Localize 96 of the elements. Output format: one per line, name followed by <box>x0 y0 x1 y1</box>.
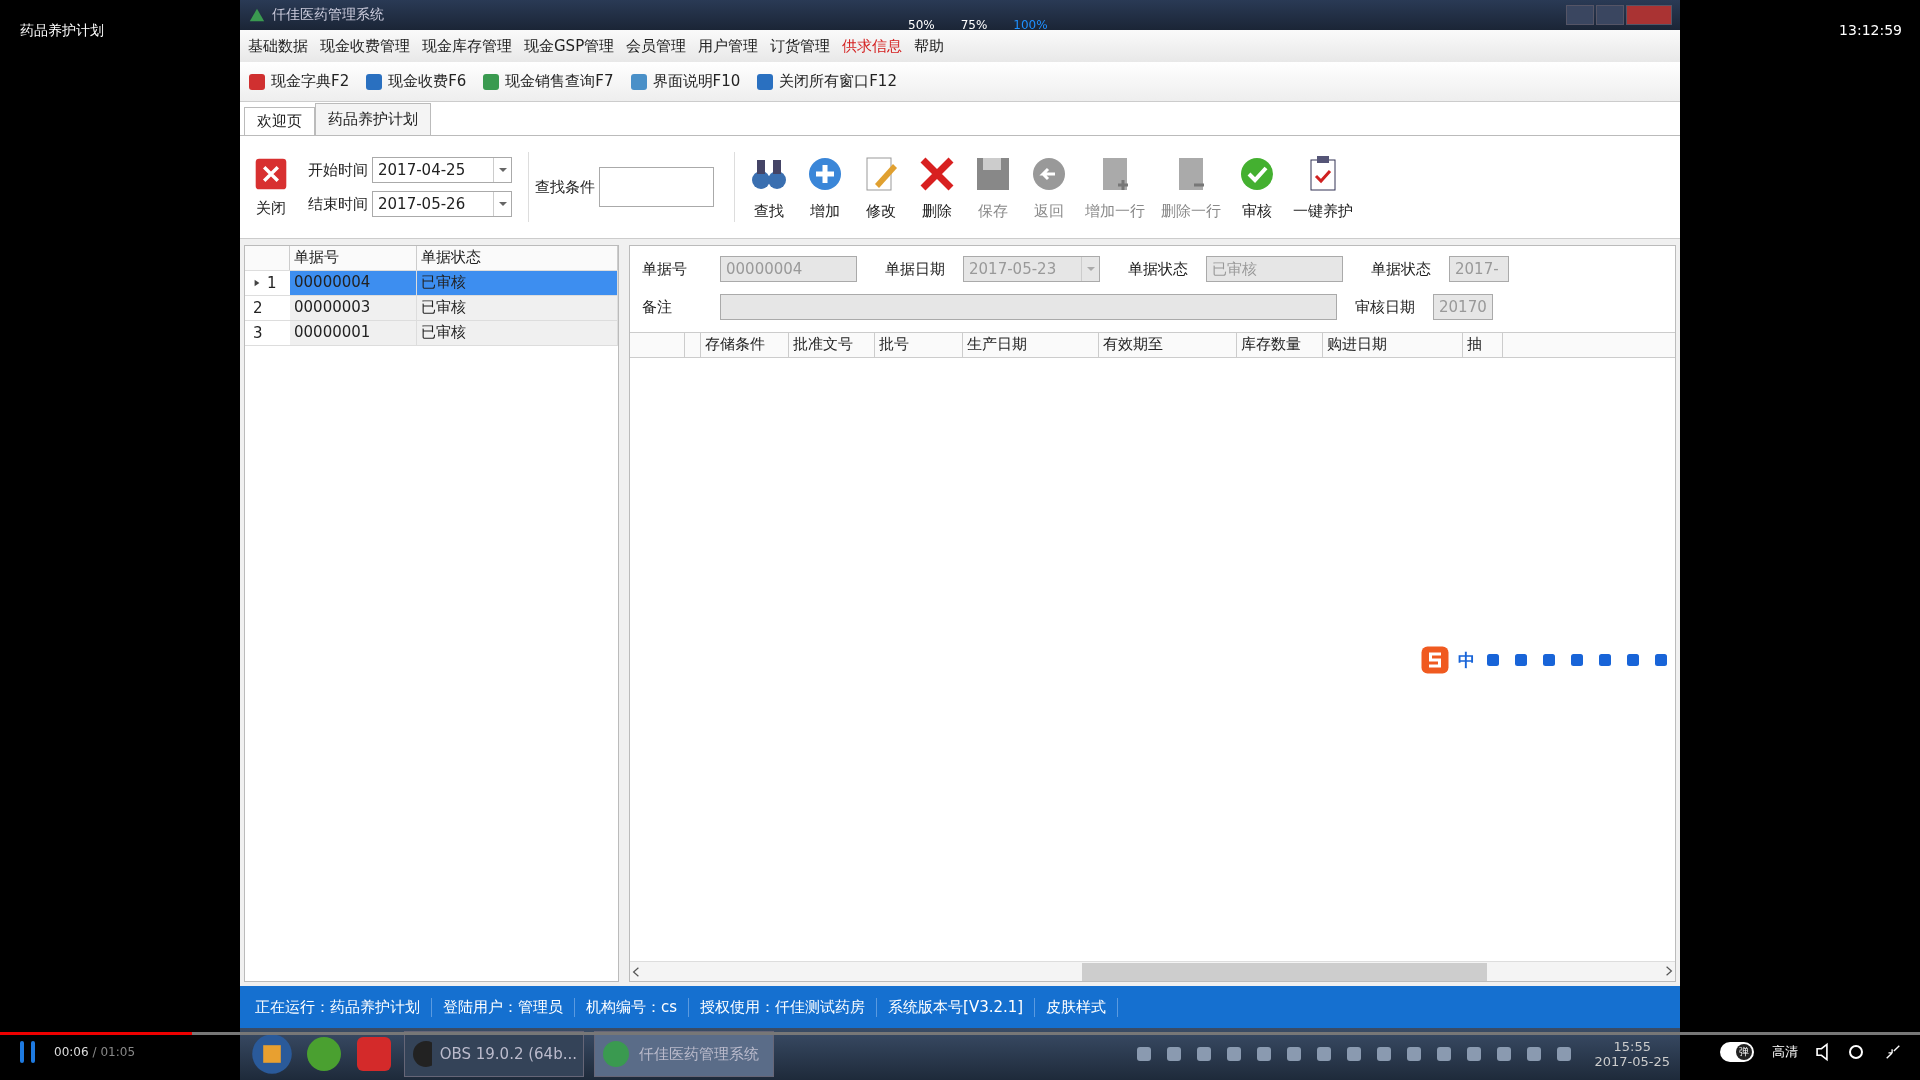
row-number: 3 <box>253 324 263 342</box>
zoom-option[interactable]: 100% <box>1013 18 1048 32</box>
column-header: 库存数量 <box>1237 333 1323 357</box>
field-label: 单据状态 <box>1128 259 1189 279</box>
column-header: 有效期至 <box>1099 333 1237 357</box>
clock: 13:12:59 <box>1839 22 1902 38</box>
field-label: 审核日期 <box>1355 297 1416 317</box>
maximize-button[interactable] <box>1596 5 1624 25</box>
quick-button[interactable]: 现金字典F2 <box>248 72 350 91</box>
start-time-label: 开始时间 <box>308 160 368 180</box>
toolbar-button[interactable]: 修改 <box>853 153 909 221</box>
menu-item[interactable]: 基础数据 <box>244 34 312 58</box>
search-field[interactable] <box>599 167 714 207</box>
table-cell: 00000003 <box>290 296 417 320</box>
progress-track[interactable] <box>0 1032 1920 1035</box>
quick-button[interactable]: 现金收费F6 <box>365 72 467 91</box>
menu-item[interactable]: 供求信息 <box>838 34 907 58</box>
status-item: 系统版本号[V3.2.1] <box>877 997 1036 1017</box>
status-item: 登陆用户：管理员 <box>432 997 575 1017</box>
zoom-option[interactable]: 75% <box>960 18 988 32</box>
menu-item[interactable]: 现金库存管理 <box>418 34 516 58</box>
menu-item[interactable]: 帮助 <box>910 34 949 58</box>
taskbar-app[interactable]: OBS 19.0.2 (64b... <box>404 1031 584 1077</box>
column-header: 生产日期 <box>963 333 1099 357</box>
quick-button[interactable]: 关闭所有窗口F12 <box>756 72 897 91</box>
quick-button[interactable]: 现金销售查询F7 <box>482 72 614 91</box>
column-header: 单据状态 <box>417 246 618 270</box>
video-title: 药品养护计划 <box>20 22 104 40</box>
column-header: 批准文号 <box>789 333 875 357</box>
quality-button[interactable]: 高清 <box>1772 1043 1798 1061</box>
taskbar-time: 15:55 <box>1613 1039 1651 1054</box>
window-title: 仟佳医药管理系统 <box>272 6 384 24</box>
list-row[interactable]: 1 00000004 已审核 <box>245 271 618 296</box>
status-item: 机构编号：cs <box>575 997 690 1017</box>
current-time: 00:06 <box>54 1045 89 1059</box>
app-icon <box>304 1034 344 1074</box>
status-item: 正在运行：药品养护计划 <box>244 997 432 1017</box>
close-button[interactable]: 关闭 <box>246 156 296 218</box>
caret-icon <box>497 165 508 175</box>
row-number: 2 <box>253 299 263 317</box>
toolbar-button[interactable]: 删除 <box>909 153 965 221</box>
start-orb-icon <box>250 1032 294 1076</box>
zoom-option[interactable]: 50% <box>908 18 935 32</box>
end-time-label: 结束时间 <box>308 194 368 214</box>
menu-item[interactable]: 会员管理 <box>622 34 691 58</box>
app-icon <box>411 1039 432 1069</box>
menu-item[interactable]: 订货管理 <box>766 34 835 58</box>
menu-item[interactable]: 现金收费管理 <box>316 34 414 58</box>
tab[interactable]: 药品养护计划 <box>315 103 431 135</box>
start-date-field[interactable]: 2017-04-25 <box>372 157 512 183</box>
caret-icon <box>497 199 508 209</box>
tab[interactable]: 欢迎页 <box>244 107 315 135</box>
toolbar-button[interactable]: 一键养护 <box>1285 153 1361 221</box>
column-header: 批号 <box>875 333 963 357</box>
total-time: / 01:05 <box>92 1045 136 1059</box>
minimize-button[interactable] <box>1566 5 1594 25</box>
list-row[interactable]: 2 00000003 已审核 <box>245 296 618 321</box>
input-mode[interactable]: 中 <box>1458 648 1475 672</box>
app-icon <box>601 1039 631 1069</box>
field-label: 单据状态 <box>1371 259 1432 279</box>
status-item: 授权使用：仟佳测试药房 <box>689 997 878 1017</box>
close-button[interactable] <box>1626 5 1672 25</box>
status-item[interactable]: 皮肤样式 <box>1035 997 1119 1017</box>
list-row[interactable]: 3 00000001 已审核 <box>245 321 618 346</box>
toolbar-button[interactable]: 增加 <box>797 153 853 221</box>
scroll-left-icon <box>630 965 642 978</box>
end-date-field[interactable]: 2017-05-26 <box>372 191 512 217</box>
field-label: 备注 <box>642 297 673 317</box>
quick-button[interactable]: 界面说明F10 <box>629 72 741 91</box>
toolbar-button[interactable]: 审核 <box>1229 153 1285 221</box>
table-cell: 已审核 <box>417 271 618 295</box>
menu-item[interactable]: 用户管理 <box>694 34 763 58</box>
field-label: 单据号 <box>642 259 688 279</box>
table-cell: 00000004 <box>290 271 417 295</box>
row-pointer-icon <box>253 279 261 287</box>
column-header: 单据号 <box>290 246 417 270</box>
taskbar-date: 2017-05-25 <box>1594 1054 1670 1069</box>
column-header: 抽 <box>1463 333 1503 357</box>
column-header: 购进日期 <box>1323 333 1463 357</box>
remark-field[interactable] <box>720 294 1337 320</box>
search-label: 查找条件 <box>535 177 595 197</box>
close-icon <box>254 156 288 191</box>
table-cell: 00000001 <box>290 321 417 345</box>
column-header: 存储条件 <box>701 333 789 357</box>
row-number: 1 <box>267 274 277 292</box>
toolbar-button[interactable]: 查找 <box>741 153 797 221</box>
caret-icon <box>1085 264 1096 274</box>
pause-icon[interactable] <box>20 1041 36 1063</box>
field-label: 单据日期 <box>885 259 946 279</box>
table-cell: 已审核 <box>417 321 618 345</box>
horizontal-scrollbar[interactable] <box>630 961 1675 981</box>
volume-icon[interactable] <box>1816 1042 1828 1062</box>
menu-item[interactable]: 现金GSP管理 <box>520 34 619 58</box>
danmaku-toggle[interactable]: 弹 <box>1720 1042 1754 1062</box>
scroll-right-icon <box>1663 965 1675 977</box>
table-cell: 已审核 <box>417 296 618 320</box>
